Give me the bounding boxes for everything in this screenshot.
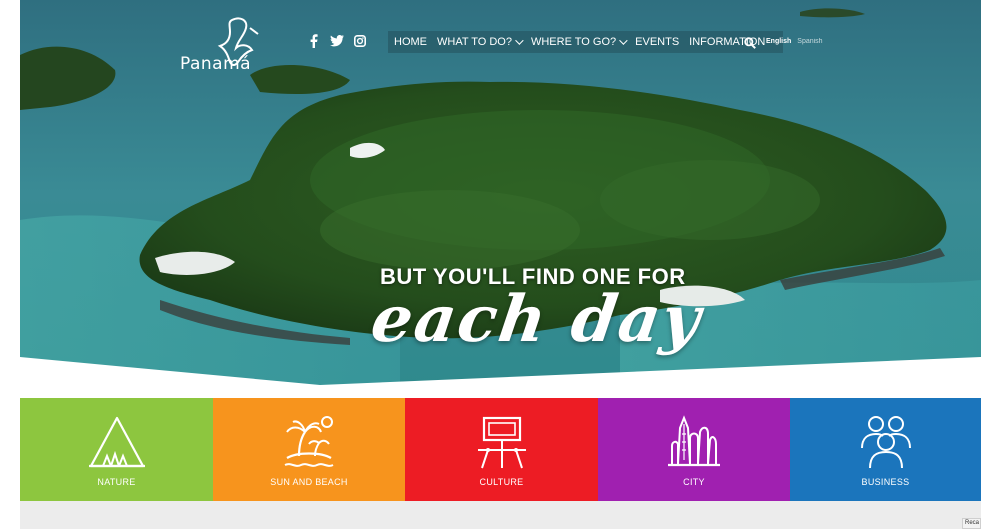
panama-logo[interactable]: Panamá bbox=[180, 14, 272, 76]
content-band bbox=[20, 501, 981, 529]
page: Panamá HOME WHAT TO DO? WHERE TO GO? EVE… bbox=[0, 0, 981, 529]
social-links bbox=[307, 34, 367, 48]
tile-business[interactable]: BUSINESS bbox=[790, 398, 981, 501]
lang-spanish[interactable]: Spanish bbox=[797, 38, 822, 45]
nav-where-to-go[interactable]: WHERE TO GO? bbox=[531, 36, 628, 48]
tile-city[interactable]: CITY bbox=[598, 398, 790, 501]
nav-what-to-do[interactable]: WHAT TO DO? bbox=[437, 36, 524, 48]
hero-script-text: each day bbox=[366, 282, 707, 357]
tile-nature[interactable]: NATURE bbox=[20, 398, 213, 501]
nav-home[interactable]: HOME bbox=[394, 36, 427, 48]
main-nav: HOME WHAT TO DO? WHERE TO GO? EVENTS INF… bbox=[388, 31, 784, 53]
people-group-icon bbox=[860, 416, 911, 469]
tile-sun-and-beach[interactable]: SUN AND BEACH bbox=[213, 398, 405, 501]
tile-culture[interactable]: CULTURE bbox=[405, 398, 598, 501]
search-icon[interactable] bbox=[744, 36, 756, 49]
mountain-icon bbox=[88, 416, 145, 468]
lang-english[interactable]: English bbox=[766, 38, 791, 45]
twitter-icon[interactable] bbox=[330, 34, 344, 48]
tile-label: CITY bbox=[683, 477, 705, 487]
chevron-down-icon bbox=[515, 36, 524, 45]
island-palm-icon bbox=[284, 416, 334, 467]
chevron-down-icon bbox=[619, 36, 628, 45]
language-switcher: English Spanish bbox=[766, 38, 823, 45]
skyline-icon bbox=[668, 415, 720, 467]
tile-label: CULTURE bbox=[479, 477, 524, 487]
nav-events[interactable]: EVENTS bbox=[635, 36, 679, 48]
tile-label: BUSINESS bbox=[861, 477, 910, 487]
instagram-icon[interactable] bbox=[353, 34, 367, 48]
recaptcha-badge[interactable]: Reca bbox=[962, 518, 981, 529]
tile-label: SUN AND BEACH bbox=[270, 477, 348, 487]
facebook-icon[interactable] bbox=[307, 34, 321, 48]
tile-label: NATURE bbox=[97, 477, 136, 487]
painting-easel-icon bbox=[477, 416, 526, 469]
logo-text: Panamá bbox=[180, 54, 252, 74]
category-tiles: NATURE SUN AND BEACH CULTURE CITY BUSINE… bbox=[20, 398, 981, 501]
hero-banner: Panamá HOME WHAT TO DO? WHERE TO GO? EVE… bbox=[20, 0, 981, 385]
